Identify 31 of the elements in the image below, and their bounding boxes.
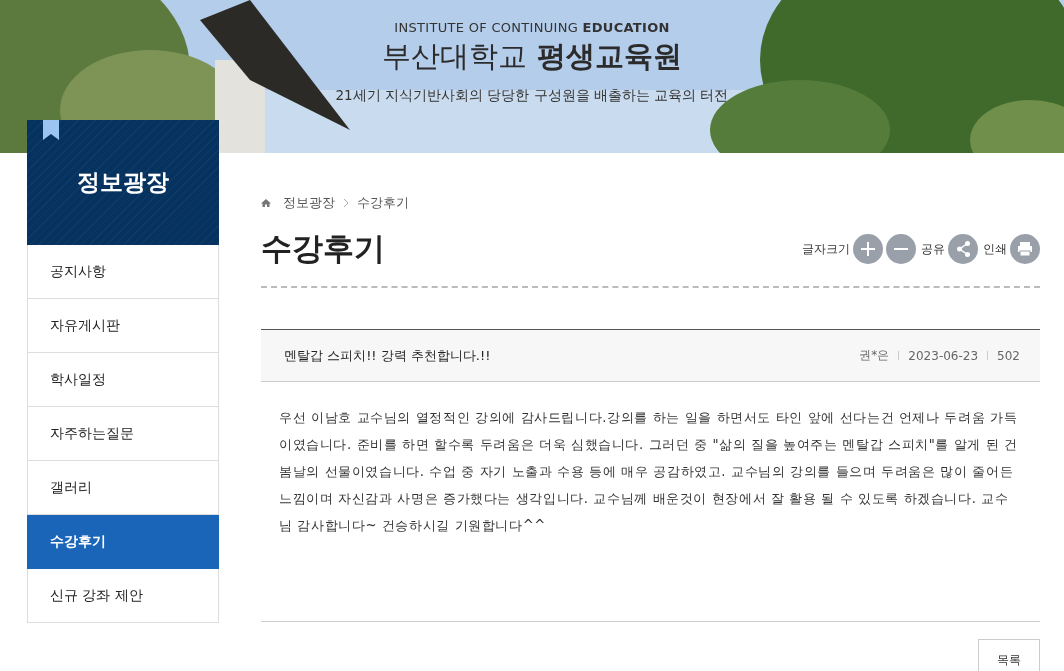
- post-title: 멘탈갑 스피치!! 강력 추천합니다.!!: [284, 346, 491, 365]
- print-icon: [1018, 242, 1032, 256]
- sidebar-item[interactable]: 자주하는질문: [27, 407, 219, 461]
- print-button[interactable]: [1010, 234, 1040, 264]
- tool-label: 인쇄: [983, 240, 1007, 258]
- page-title: 수강후기: [261, 229, 385, 268]
- home-icon: [261, 198, 271, 208]
- breadcrumb-link[interactable]: 수강후기: [357, 194, 409, 212]
- sidebar-item[interactable]: 공지사항: [27, 245, 219, 299]
- institute-title: 부산대학교 평생교육원: [382, 38, 682, 75]
- chevron-icon: [343, 198, 349, 208]
- breadcrumb-link[interactable]: 정보광장: [283, 194, 335, 212]
- share-button[interactable]: [948, 234, 978, 264]
- institute-subtitle: INSTITUTE OF CONTINUING EDUCATION: [394, 20, 670, 35]
- sidebar-item[interactable]: 자유게시판: [27, 299, 219, 353]
- sidebar-item[interactable]: 수강후기: [27, 515, 219, 569]
- post-body-text: 우선 이남호 교수님의 열정적인 강의에 감사드립니다.강의를 하는 일을 하면서도 타인 앞에 선다는건 언제나 두려움 가득이였습니다. 준비를 하면 할수록 두려움은 더욱 심했습니다. 그러던 중 "삶의 질을 높여주는 멘탈갑 스피치"를 알게 된 건 봄날의 선물이였습니다. 수업 중 자기 노출과 수용 등에 매우 공감하였고. 교수님의 강의를 들으며 두려움은 많이 줄어든 느낌이며 자신감과 사명은 증가했다는 생각입니다. 교수님께 배운것이 현장에서 잘 활용 될 수 있도록 하겠습니다. 교수님 감사합니다~ 건승하시길 기원합니다^^: [279, 409, 1019, 535]
- sidebar-title: 정보광장: [77, 168, 169, 197]
- zoom-in-icon: [861, 242, 875, 256]
- tool-label: 글자크기: [802, 240, 850, 258]
- share-icon: [956, 241, 970, 257]
- post-date: 2023-06-23: [908, 348, 979, 363]
- zoom-out-button[interactable]: [886, 234, 916, 264]
- view-count: 502: [997, 348, 1020, 363]
- sidebar-item[interactable]: 신규 강좌 제안: [27, 569, 219, 623]
- tool-label: 공유: [921, 240, 945, 258]
- zoom-in-button[interactable]: [853, 234, 883, 264]
- sidebar-item[interactable]: 학사일정: [27, 353, 219, 407]
- list-button[interactable]: 목록: [978, 639, 1040, 671]
- post-author: 권*은: [859, 347, 890, 364]
- slogan: 21세기 지식기반사회의 당당한 구성원을 배출하는 교육의 터전: [335, 87, 729, 105]
